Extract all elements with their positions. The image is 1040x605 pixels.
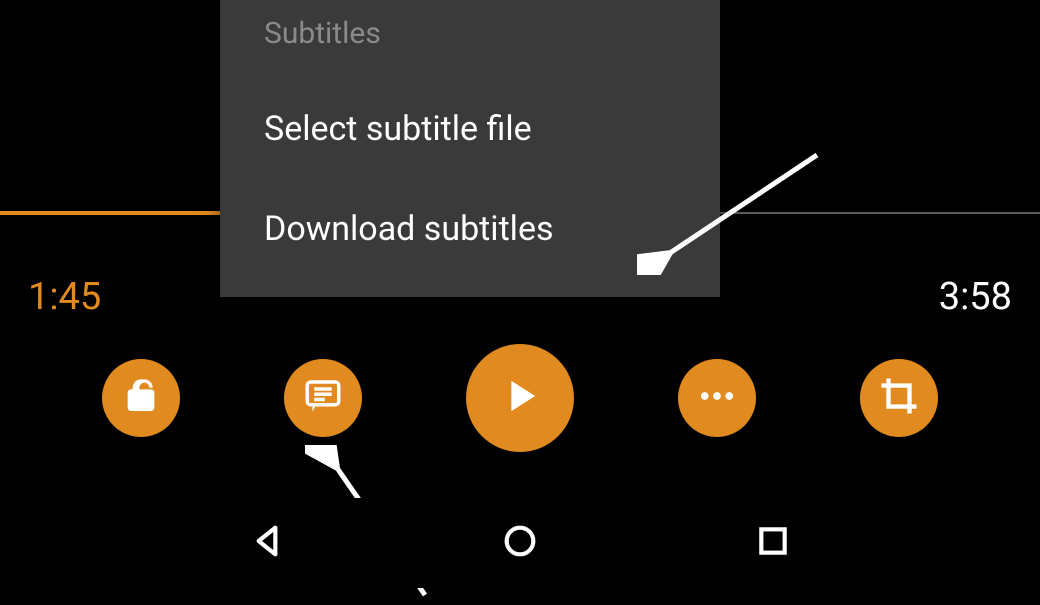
crop-icon: [878, 375, 920, 421]
square-icon: [753, 546, 793, 565]
total-time: 3:58: [939, 275, 1012, 319]
playback-controls: [0, 344, 1040, 452]
current-time: 1:45: [28, 275, 101, 319]
speech-bubble-icon: [302, 375, 344, 421]
crop-button[interactable]: [860, 359, 938, 437]
subtitles-button[interactable]: [284, 359, 362, 437]
play-icon: [494, 370, 546, 426]
lock-button[interactable]: [102, 359, 180, 437]
subtitles-menu-header: Subtitles: [220, 8, 720, 79]
circle-icon: [500, 546, 540, 565]
more-options-button[interactable]: [678, 359, 756, 437]
play-button[interactable]: [466, 344, 574, 452]
more-horizontal-icon: [696, 375, 738, 421]
subtitles-menu: Subtitles Select subtitle file Download …: [220, 0, 720, 297]
menu-item-select-subtitle-file[interactable]: Select subtitle file: [220, 79, 720, 179]
menu-item-download-subtitles[interactable]: Download subtitles: [220, 179, 720, 279]
nav-recent-button[interactable]: [753, 521, 793, 565]
unlock-icon: [121, 376, 161, 420]
nav-home-button[interactable]: [500, 521, 540, 565]
back-triangle-icon: [247, 546, 287, 565]
nav-back-button[interactable]: [247, 521, 287, 565]
android-nav-bar: [0, 498, 1040, 588]
